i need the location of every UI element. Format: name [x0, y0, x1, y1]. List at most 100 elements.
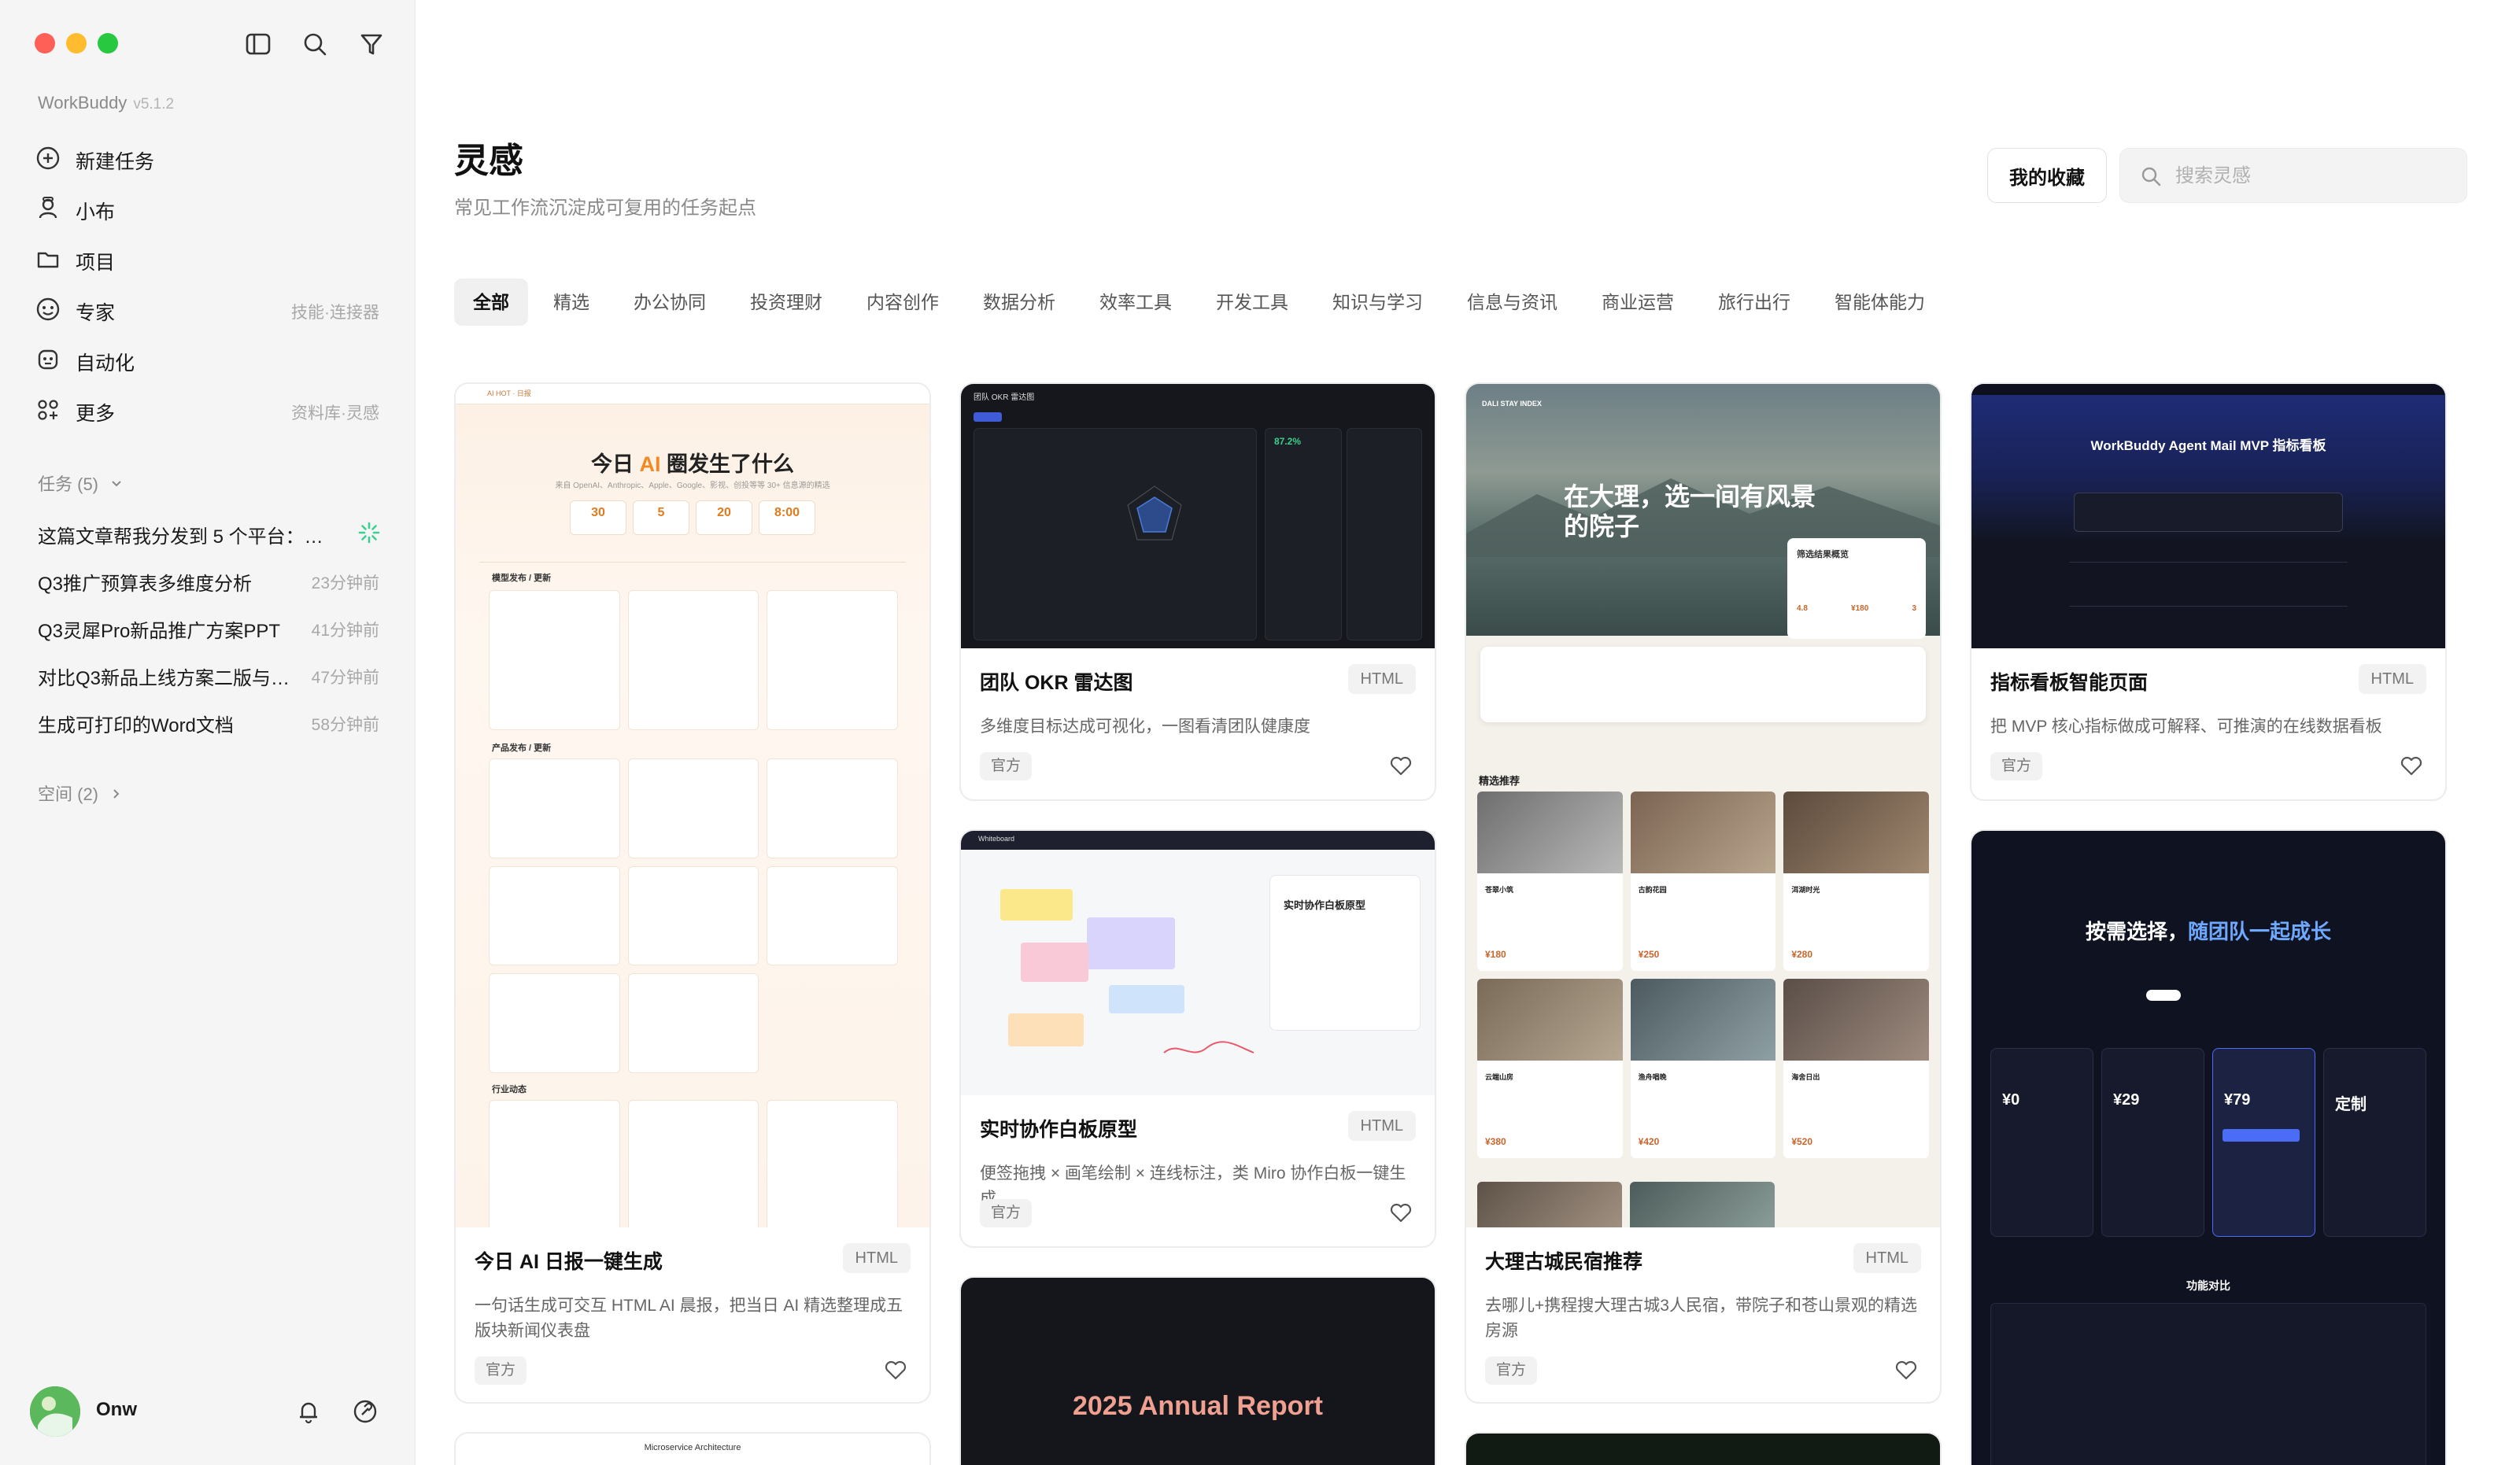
search-input[interactable]	[2175, 157, 2451, 196]
heart-icon[interactable]	[1387, 752, 1414, 779]
tab-featured[interactable]: 精选	[534, 279, 608, 326]
app-version: v5.1.2	[133, 96, 175, 113]
window-minimize-button[interactable]	[66, 33, 87, 54]
card-thumbnail: WorkBuddy Agent Mail MVP 指标看板	[1971, 384, 2445, 648]
thumb-panel-title: 实时协作白板原型	[1284, 899, 1366, 911]
plan-price: 定制	[2335, 1096, 2367, 1113]
tab-content-creation[interactable]: 内容创作	[848, 279, 958, 326]
tab-knowledge[interactable]: 知识与学习	[1314, 279, 1442, 326]
nav-hint: 资料库·灵感	[291, 404, 379, 423]
card-description: 便签拖拽 × 画笔绘制 × 连线标注，类 Miro 协作白板一键生成	[980, 1164, 1406, 1208]
tasks-header: 任务 (5)	[38, 474, 99, 494]
tab-agent[interactable]: 智能体能力	[1816, 279, 1944, 326]
loading-spinner-icon	[357, 521, 381, 548]
chevron-right-icon	[109, 785, 124, 806]
search-icon	[2139, 164, 2163, 188]
card-ai-daily[interactable]: AI HOT · 日报 今日 AI 圈发生了什么 来自 OpenAI、Anthr…	[454, 382, 931, 1404]
nav-label: 专家	[76, 302, 116, 324]
tasks-section-toggle[interactable]: 任务 (5)	[38, 470, 124, 496]
avatar[interactable]	[30, 1386, 80, 1437]
card-info: 实时协作白板原型 HTML 便签拖拽 × 画笔绘制 × 连线标注，类 Miro …	[961, 1095, 1435, 1246]
link-icon[interactable]	[351, 1397, 379, 1426]
card-pricing[interactable]: 按需选择，随团队一起成长 ¥0 ¥29 ¥79 定制 功能对比	[1970, 829, 2447, 1465]
card-annual-report[interactable]: 2025 Annual Report	[959, 1276, 1436, 1465]
thumb-stat: 30	[570, 500, 626, 535]
search-box	[2119, 148, 2467, 203]
task-title: Q3推广预算表多维度分析	[38, 574, 253, 595]
task-item[interactable]: 生成可打印的Word文档 58分钟前	[0, 700, 416, 743]
thumb-section: 产品发布 / 更新	[492, 744, 552, 753]
card-whiteboard[interactable]: Whiteboard 实时协作白板原型 实时协作白板原型 HTML 便签拖拽 ×…	[959, 829, 1436, 1248]
heart-icon[interactable]	[2398, 752, 2425, 779]
official-tag: 官方	[980, 1199, 1033, 1227]
task-title: 对比Q3新品上线方案二版与…	[38, 668, 290, 689]
card-okr-radar[interactable]: 团队 OKR 雷达图 87.2% 团队 OKR 雷达图 HTML 多维度目标达成…	[959, 382, 1436, 801]
filter-icon[interactable]	[356, 28, 387, 60]
card-dali-stay[interactable]: DALI STAY INDEX 在大理，选一间有风景的院子 筛选结果概览 4.8…	[1465, 382, 1942, 1404]
bell-icon[interactable]	[294, 1397, 323, 1426]
task-title: 生成可打印的Word文档	[38, 715, 234, 736]
plan-price: ¥0	[2002, 1091, 2020, 1109]
task-title: 这篇文章帮我分发到 5 个平台：…	[38, 526, 321, 548]
tab-dev-tools[interactable]: 开发工具	[1197, 279, 1307, 326]
tab-business[interactable]: 商业运营	[1583, 279, 1693, 326]
task-item[interactable]: 这篇文章帮我分发到 5 个平台：…	[0, 511, 416, 554]
card-thumbnail: 按需选择，随团队一起成长 ¥0 ¥29 ¥79 定制 功能对比	[1971, 831, 2445, 1465]
card-thumbnail: DALI STAY INDEX 在大理，选一间有风景的院子 筛选结果概览 4.8…	[1466, 384, 1940, 1227]
tab-data-analysis[interactable]: 数据分析	[964, 279, 1074, 326]
user-name: Onw	[96, 1399, 137, 1420]
format-badge: HTML	[1347, 664, 1416, 694]
tab-investment[interactable]: 投资理财	[731, 279, 841, 326]
heart-icon[interactable]	[1387, 1199, 1414, 1226]
thumb-headline: 按需选择，随团队一起成长	[2085, 920, 2332, 943]
thumb-pct: 87.2%	[1274, 436, 1302, 447]
plus-circle-icon	[35, 145, 61, 172]
automation-icon	[35, 346, 61, 373]
task-time: 47分钟前	[311, 669, 379, 687]
card-dashboard-preview[interactable]	[1465, 1432, 1942, 1465]
page-title: 灵感	[454, 142, 523, 180]
card-thumbnail: 2025 Annual Report	[961, 1278, 1435, 1465]
tab-productivity[interactable]: 效率工具	[1081, 279, 1191, 326]
official-tag: 官方	[980, 752, 1033, 780]
nav-experts[interactable]: 专家 技能·连接器	[0, 286, 416, 330]
window-close-button[interactable]	[35, 33, 55, 54]
thumb-stat: ¥180	[1851, 604, 1869, 613]
nav-label: 更多	[76, 403, 116, 425]
window-maximize-button[interactable]	[98, 33, 118, 54]
thumb-headline: 今日 AI 圈发生了什么	[590, 452, 795, 476]
task-item[interactable]: 对比Q3新品上线方案二版与… 47分钟前	[0, 653, 416, 696]
task-item[interactable]: Q3推广预算表多维度分析 23分钟前	[0, 559, 416, 601]
card-description: 把 MVP 核心指标做成可解释、可推演的在线数据看板	[1990, 718, 2382, 736]
heart-icon[interactable]	[1893, 1356, 1920, 1383]
search-icon[interactable]	[299, 28, 331, 60]
card-thumbnail: Microservice Architecture	[456, 1434, 929, 1465]
tab-travel[interactable]: 旅行出行	[1699, 279, 1809, 326]
task-item[interactable]: Q3灵犀Pro新品推广方案PPT 41分钟前	[0, 606, 416, 648]
card-thumbnail: 团队 OKR 雷达图 87.2%	[961, 384, 1435, 648]
my-favorites-button[interactable]: 我的收藏	[1987, 148, 2107, 203]
tab-all[interactable]: 全部	[454, 279, 528, 326]
heart-icon[interactable]	[882, 1356, 909, 1383]
official-tag: 官方	[1990, 752, 2043, 780]
thumb-stat: 5	[633, 500, 689, 535]
format-badge: HTML	[1853, 1243, 1921, 1273]
nav-automation[interactable]: 自动化	[0, 337, 416, 381]
tab-news[interactable]: 信息与资讯	[1448, 279, 1576, 326]
tab-office[interactable]: 办公协同	[615, 279, 725, 326]
sidebar-toggle-icon[interactable]	[242, 28, 274, 60]
nav-more[interactable]: 更多 资料库·灵感	[0, 387, 416, 431]
plan-price: ¥79	[2224, 1091, 2251, 1109]
card-title: 指标看板智能页面	[1990, 672, 2149, 694]
card-thumbnail	[1466, 1434, 1940, 1465]
assistant-icon	[35, 195, 61, 222]
spaces-section-toggle[interactable]: 空间 (2)	[38, 780, 124, 806]
nav-xiaobu[interactable]: 小布	[0, 186, 416, 230]
thumb-section: 模型发布 / 更新	[492, 574, 552, 583]
card-metrics-dashboard[interactable]: WorkBuddy Agent Mail MVP 指标看板 指标看板智能页面 H…	[1970, 382, 2447, 801]
nav-projects[interactable]: 项目	[0, 236, 416, 280]
card-microservice[interactable]: Microservice Architecture	[454, 1432, 931, 1465]
thumb-stat: 3	[1912, 604, 1916, 613]
grid-plus-icon	[35, 397, 61, 423]
nav-new-task[interactable]: 新建任务	[0, 135, 416, 179]
